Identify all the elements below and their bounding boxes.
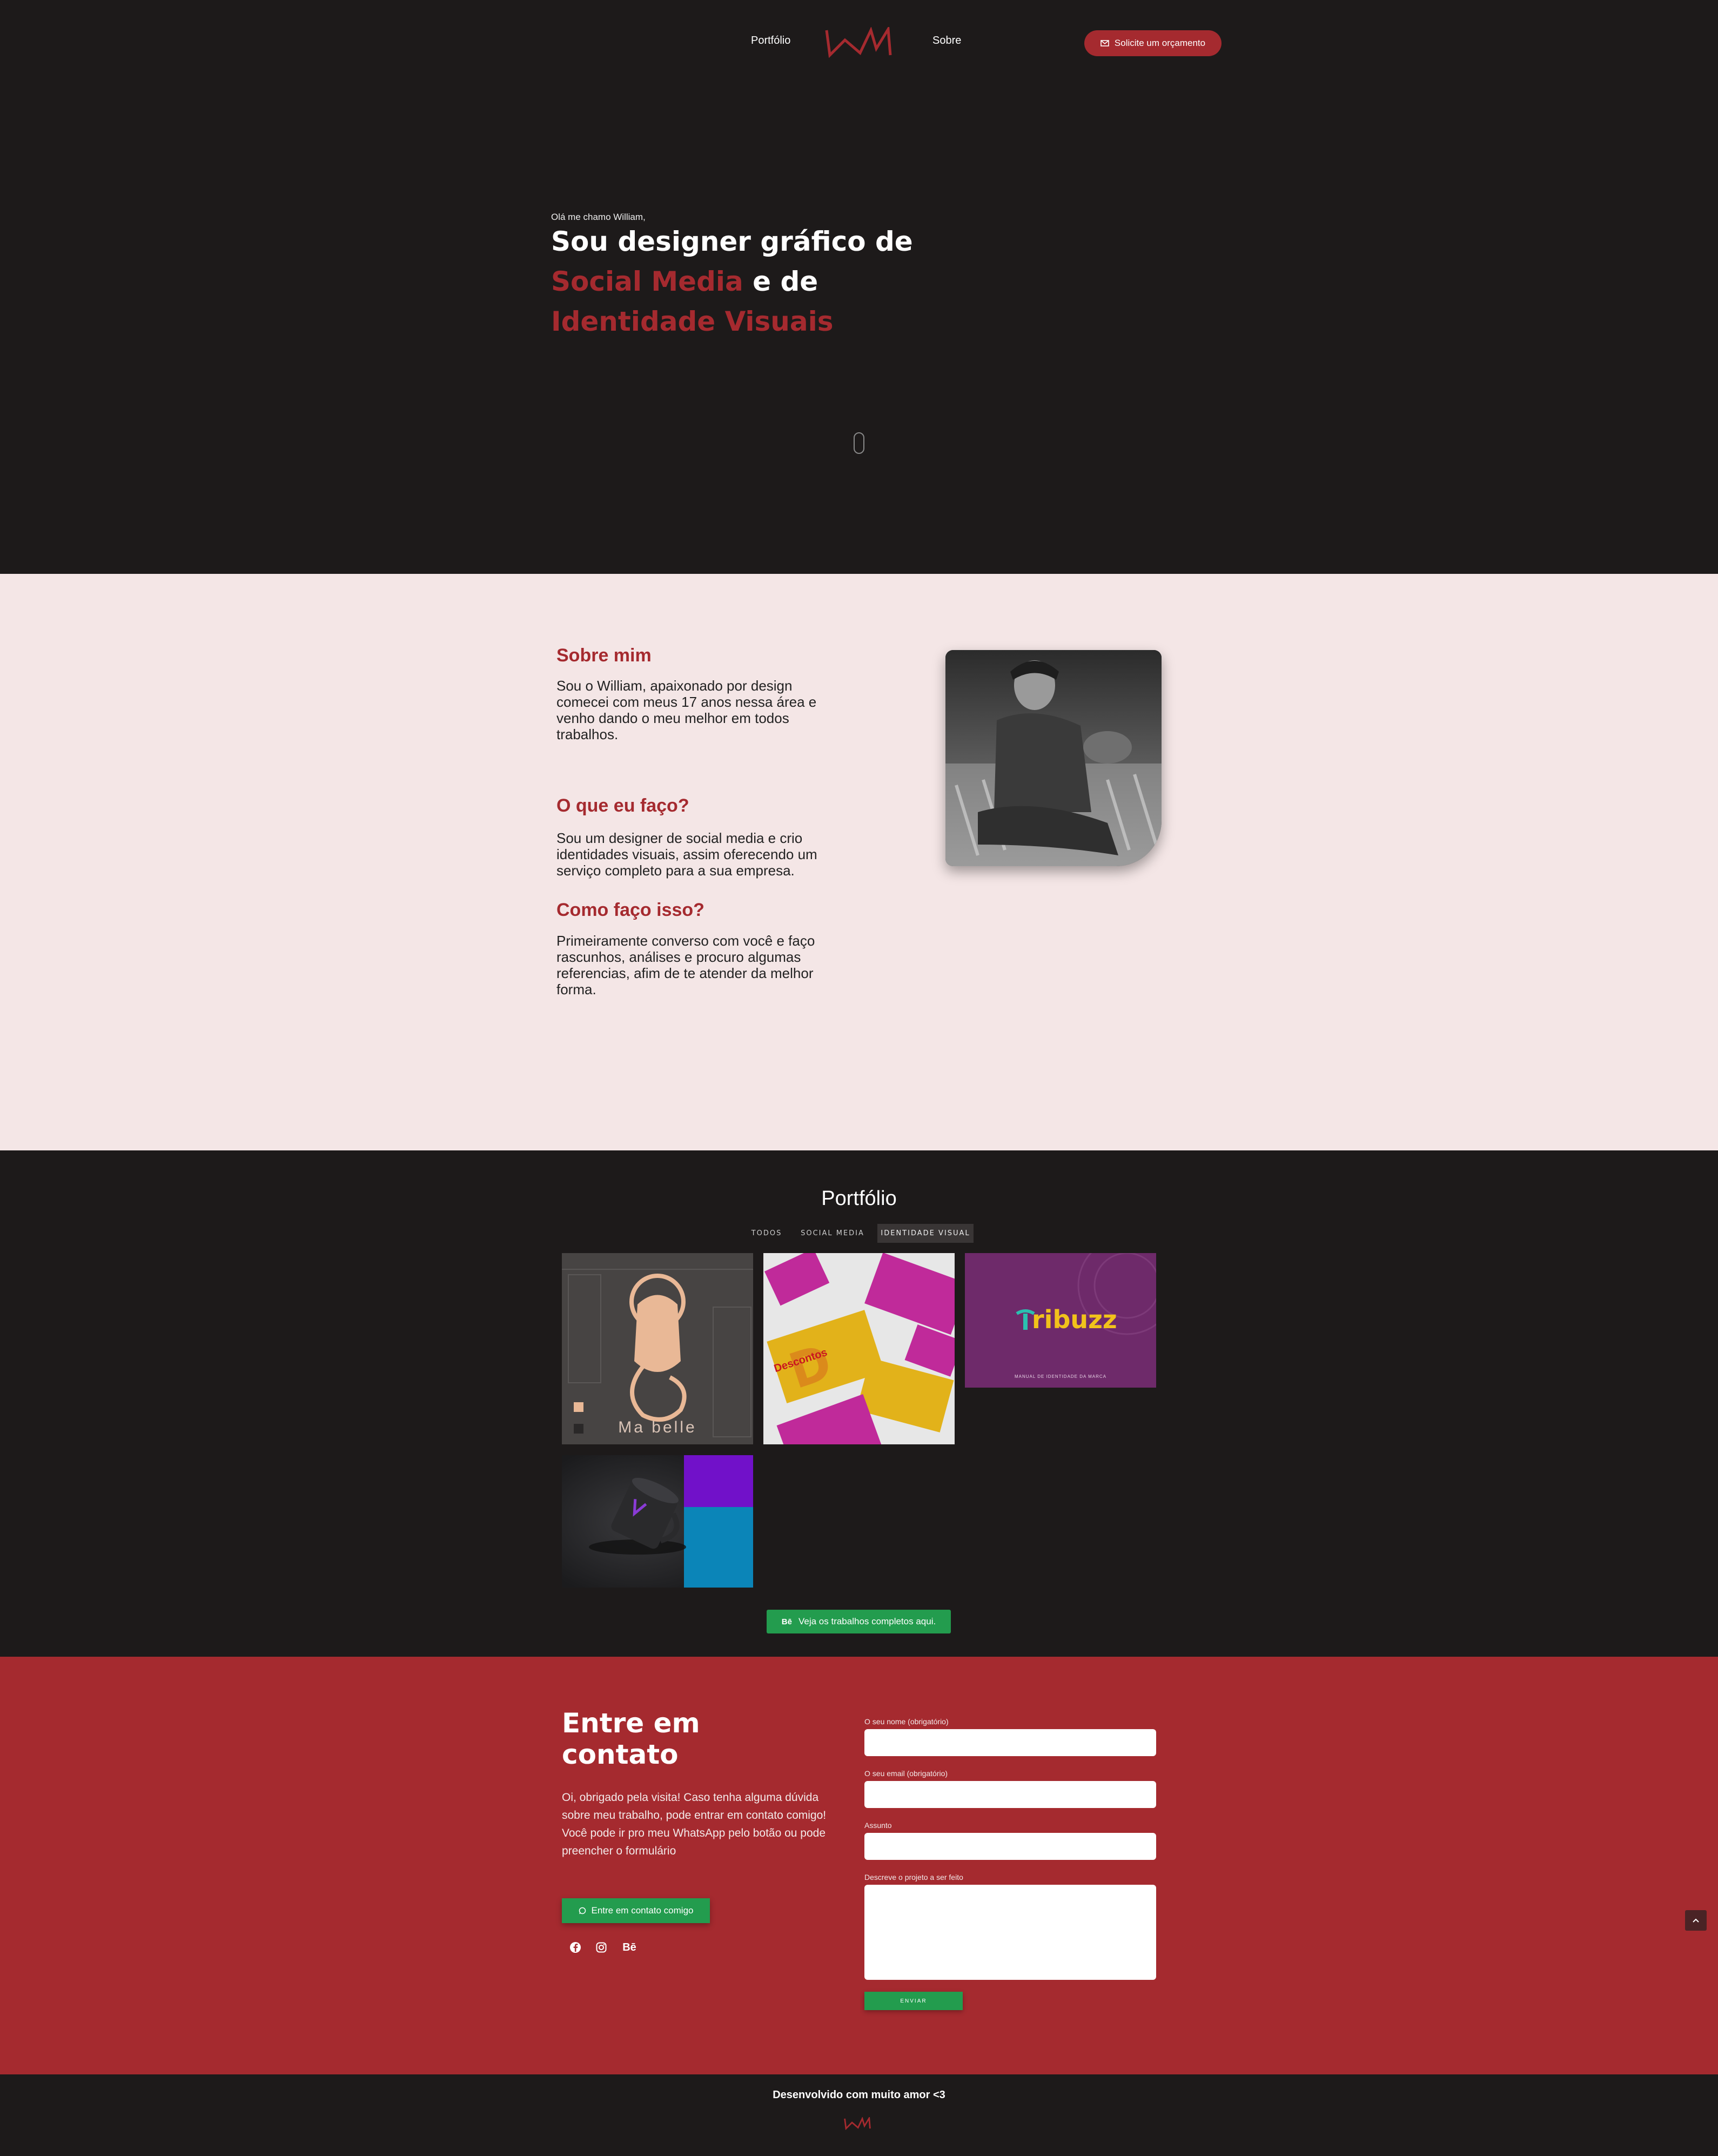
envelope-icon	[1100, 40, 1109, 46]
filter-all[interactable]: TODOS	[746, 1224, 788, 1243]
how-text: Primeiramente converso com você e faço r…	[556, 933, 815, 997]
subject-label: Assunto	[864, 1821, 892, 1830]
portfolio-tile-tribuzz[interactable]: ribuzz MANUAL DE IDENTIDADE DA MARCA	[965, 1253, 1156, 1388]
request-quote-label: Solicite um orçamento	[1114, 38, 1206, 48]
contact-title: Entre em contato	[562, 1708, 700, 1770]
whatsapp-contact-label: Entre em contato comigo	[591, 1905, 694, 1916]
request-quote-button[interactable]: Solicite um orçamento	[1084, 30, 1222, 56]
send-button[interactable]: ENVIAR	[864, 1992, 963, 2010]
nav-link-portfolio[interactable]: Portfólio	[751, 35, 790, 47]
what-i-do-text: Sou um designer de social media e crio i…	[556, 830, 817, 879]
whatsapp-icon	[579, 1907, 586, 1914]
email-label: O seu email (obrigatório)	[864, 1769, 948, 1778]
hero-greeting: Olá me chamo William,	[551, 212, 646, 222]
top-nav: Portfólio Sobre Solicite um orçamento	[0, 0, 1718, 86]
behance-works-button[interactable]: Bē Veja os trabalhos completos aqui.	[767, 1610, 951, 1633]
portfolio-tile-mabelle[interactable]: Ma belle	[562, 1253, 753, 1444]
hero-accent-identity: Identidade Visuais	[551, 306, 834, 337]
descontos-cards-image: D	[763, 1253, 955, 1444]
behance-icon[interactable]: Bē	[620, 1940, 639, 1955]
about-text: Sou o William, apaixonado por design com…	[556, 678, 817, 742]
footer-logo-icon	[844, 2117, 871, 2130]
filter-visual-identity[interactable]: IDENTIDADE VISUAL	[877, 1224, 974, 1243]
contact-text: Oi, obrigado pela visita! Caso tenha alg…	[562, 1791, 827, 1857]
hero-accent-social-media: Social Media	[551, 266, 743, 297]
what-i-do-heading: O que eu faço?	[556, 795, 689, 816]
email-input[interactable]	[864, 1781, 1156, 1808]
facebook-icon[interactable]	[568, 1940, 583, 1955]
contact-section	[0, 1657, 1718, 2074]
subject-input[interactable]	[864, 1833, 1156, 1860]
whatsapp-contact-button[interactable]: Entre em contato comigo	[562, 1898, 710, 1923]
mug-mockup-image	[562, 1455, 753, 1588]
name-label: O seu nome (obrigatório)	[864, 1717, 949, 1726]
profile-photo	[945, 650, 1162, 866]
about-section	[0, 574, 1718, 1150]
portfolio-title: Portfólio	[821, 1187, 897, 1210]
instagram-icon[interactable]	[594, 1940, 609, 1955]
message-textarea[interactable]	[864, 1885, 1156, 1980]
mabelle-text: Ma belle	[618, 1418, 697, 1436]
portfolio-tile-mug[interactable]	[562, 1455, 753, 1588]
behance-works-label: Veja os trabalhos completos aqui.	[798, 1616, 936, 1626]
name-input[interactable]	[864, 1729, 1156, 1756]
filter-social-media[interactable]: SOCIAL MEDIA	[798, 1224, 867, 1243]
behance-icon: Bē	[781, 1617, 792, 1626]
tribuzz-subtitle: MANUAL DE IDENTIDADE DA MARCA	[1014, 1374, 1107, 1379]
about-heading: Sobre mim	[556, 645, 652, 666]
footer	[0, 2074, 1718, 2156]
hero-headline-line1: Sou designer gráfico de	[551, 226, 913, 257]
chevron-up-icon	[1693, 1918, 1699, 1923]
mabelle-logo-image	[562, 1253, 753, 1444]
tribuzz-text: ribuzz	[1032, 1305, 1117, 1334]
back-to-top-button[interactable]	[1685, 1910, 1707, 1931]
mouse-scroll-icon[interactable]	[854, 432, 864, 454]
message-label: Descreve o projeto a ser feito	[864, 1873, 963, 1882]
nav-link-about[interactable]: Sobre	[932, 35, 961, 47]
hero-line2-rest: e de	[743, 266, 818, 297]
portfolio-tile-descontos[interactable]: D Descontos	[763, 1253, 955, 1444]
how-heading: Como faço isso?	[556, 900, 704, 920]
wm-logo-icon[interactable]	[824, 27, 892, 58]
hero-headline-line2: Social Media e de	[551, 262, 818, 302]
footer-text: Desenvolvido com muito amor <3	[773, 2089, 945, 2101]
